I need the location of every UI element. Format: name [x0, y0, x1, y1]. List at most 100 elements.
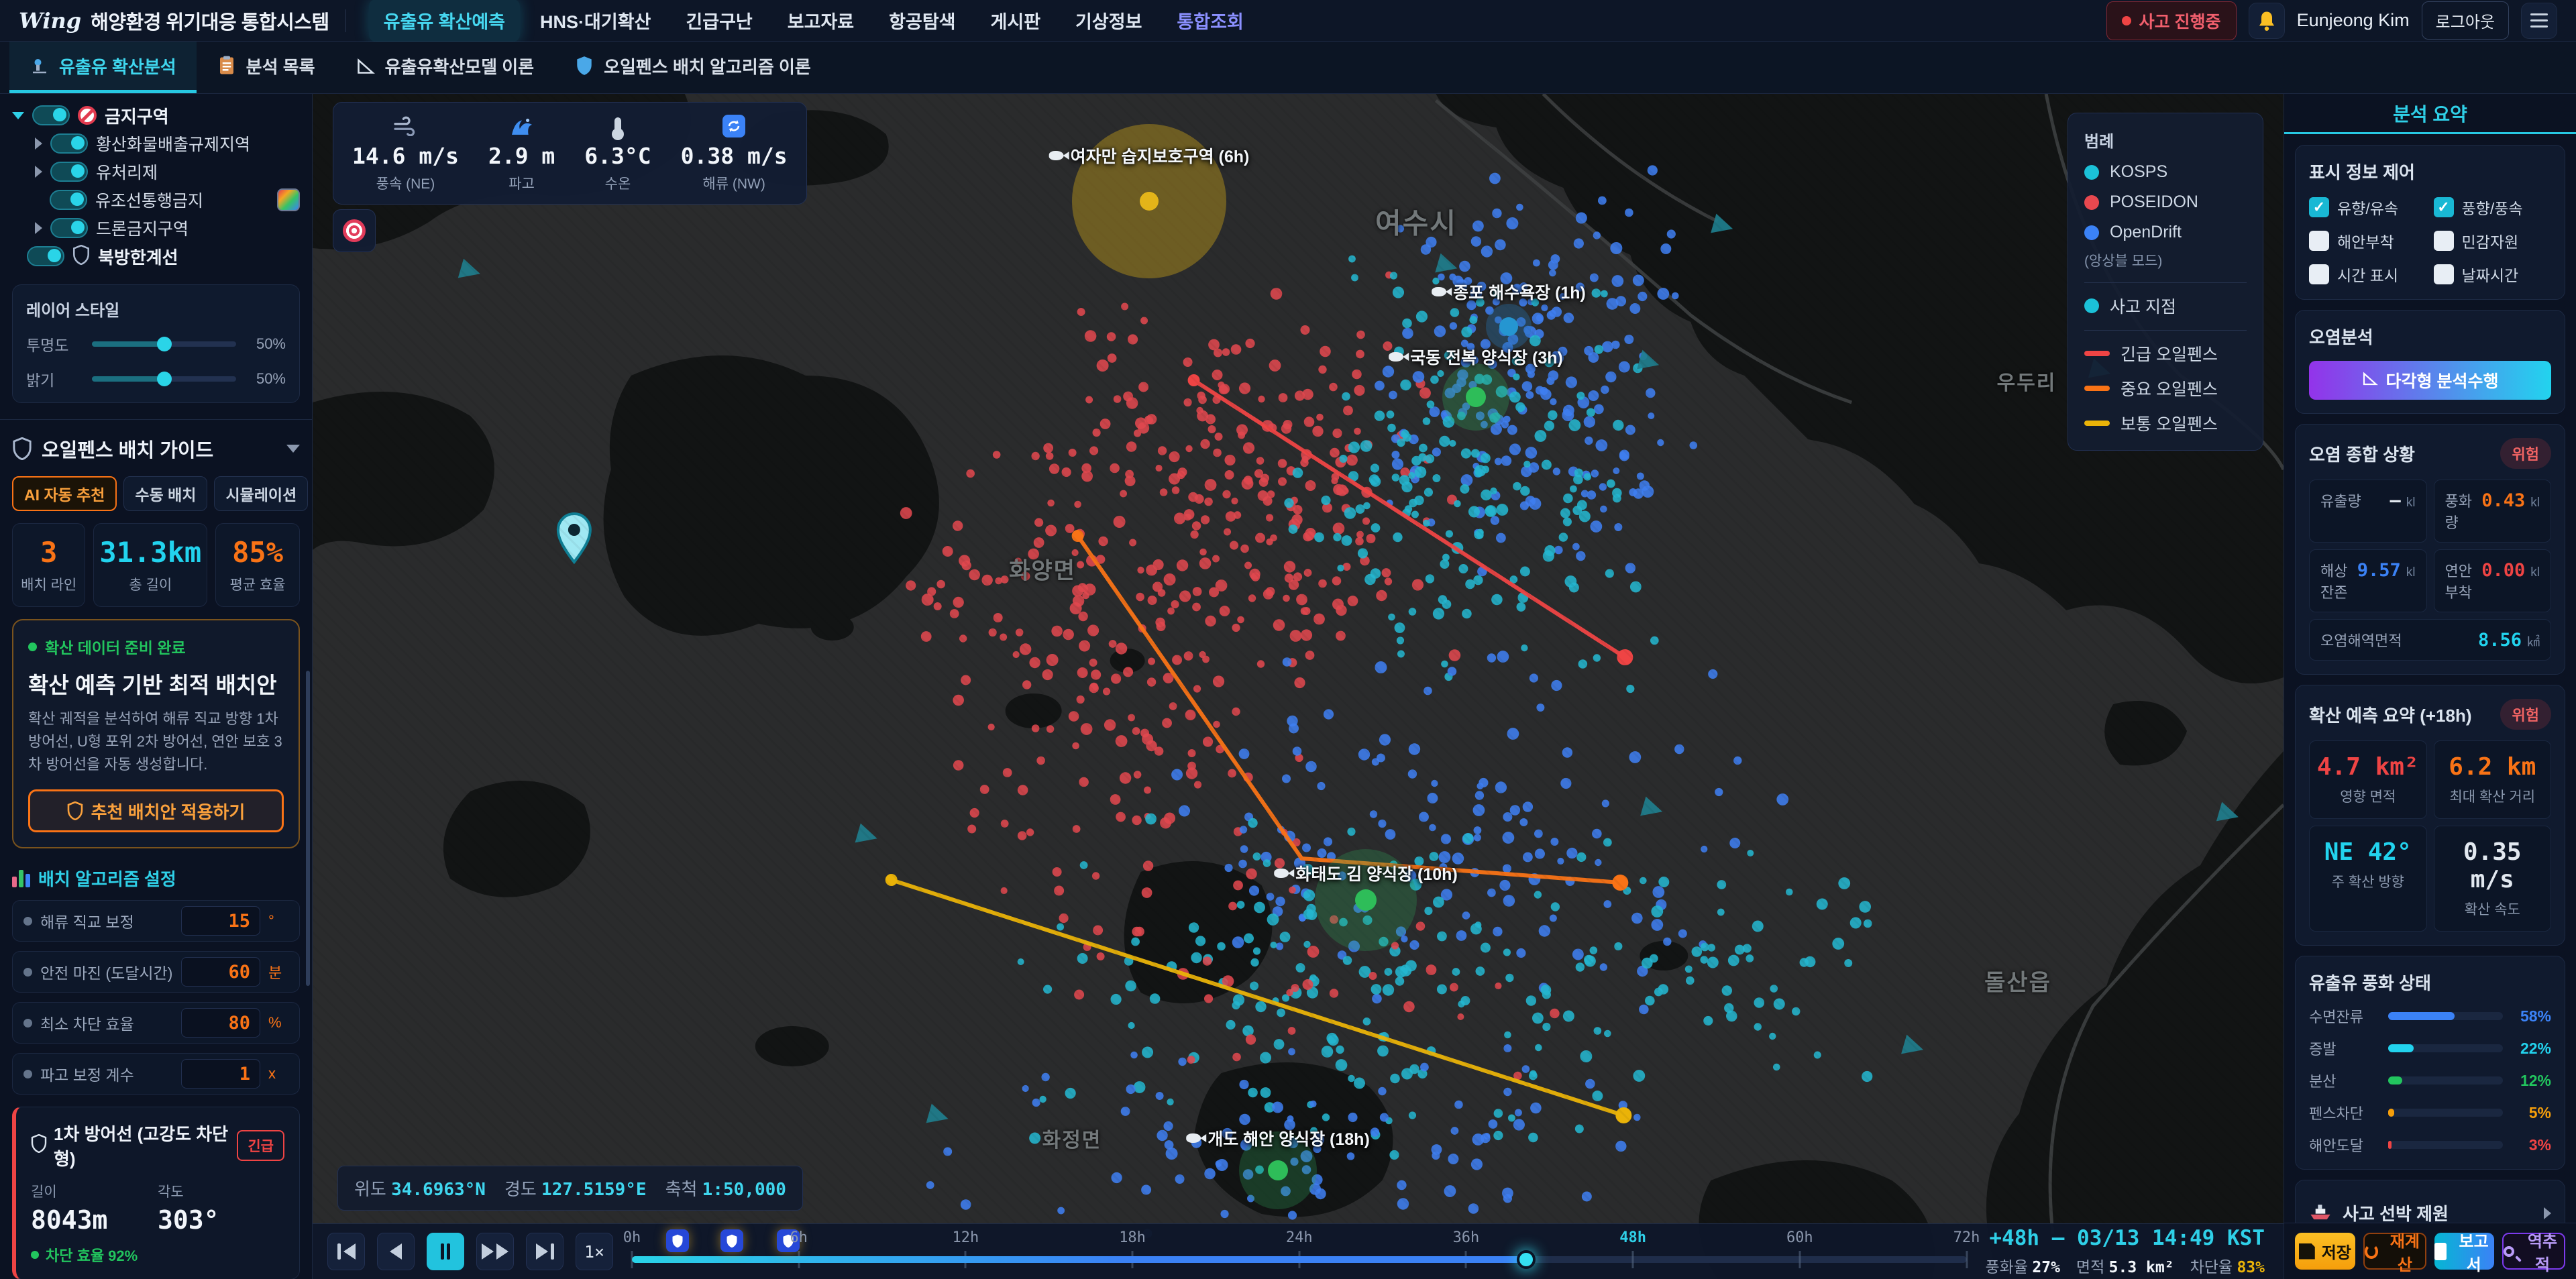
- guide-tab[interactable]: 시뮬레이션: [214, 476, 308, 511]
- fence-guide-header[interactable]: 오일펜스 배치 가이드: [12, 435, 300, 463]
- sidebar-scrollbar[interactable]: [306, 671, 310, 986]
- map-canvas[interactable]: 여수시우두리화양면돌산읍화정면여자만 습지보호구역 (6h)종포 해수욕장 (1…: [313, 94, 2284, 1279]
- layer-toggle[interactable]: [50, 133, 88, 154]
- forecast-cell: 6.2 km최대 확산 거리: [2434, 740, 2552, 819]
- layer-toggle[interactable]: [50, 162, 88, 182]
- nav-item[interactable]: 유출유 확산예측: [369, 0, 520, 42]
- weathering-label: 해안도달: [2309, 1134, 2379, 1156]
- status-value: —: [2390, 490, 2401, 511]
- layer-toggle[interactable]: [32, 105, 70, 125]
- field-input[interactable]: 80: [181, 1008, 260, 1038]
- fence-deploy-marker[interactable]: [720, 1229, 743, 1252]
- slider-knob[interactable]: [157, 372, 172, 386]
- place-label: 우두리: [1997, 366, 2057, 396]
- skip-start-button[interactable]: [327, 1233, 365, 1270]
- layer-toggle[interactable]: [50, 218, 88, 238]
- defense-line-name: 1차 방어선 (고강도 차단형): [54, 1121, 229, 1170]
- layer-label: 황산화물배출규제지역: [96, 131, 250, 156]
- field-input[interactable]: 60: [181, 957, 260, 987]
- display-checkbox[interactable]: ✓유향/유속: [2309, 196, 2427, 219]
- incident-label: 사고 지점: [2110, 294, 2176, 318]
- menu-button[interactable]: [2521, 3, 2557, 39]
- guide-tab[interactable]: 수동 배치: [123, 476, 207, 511]
- caret-right-icon[interactable]: [35, 222, 42, 234]
- nav-item[interactable]: HNS·대기확산: [525, 0, 665, 42]
- apply-recommendation-button[interactable]: 추천 배치안 적용하기: [28, 789, 284, 832]
- timeline-track[interactable]: [632, 1256, 1967, 1263]
- polygon-analysis-button[interactable]: 다각형 분석수행: [2309, 361, 2551, 400]
- stat-label: 평균 효율: [221, 574, 294, 594]
- skip-end-button[interactable]: [526, 1233, 564, 1270]
- save-button[interactable]: 저장: [2295, 1233, 2355, 1270]
- slider-knob[interactable]: [157, 337, 172, 351]
- checkbox-checked-icon: ✓: [2309, 197, 2329, 217]
- temp-icon: [584, 113, 651, 139]
- tick-notch: [1966, 1251, 1968, 1268]
- locate-incident-button[interactable]: [333, 209, 376, 252]
- section-title: 사고 선박 제원: [2343, 1201, 2533, 1223]
- display-checkbox[interactable]: 해안부착: [2309, 229, 2427, 252]
- caret-right-icon[interactable]: [35, 137, 42, 150]
- slider-track[interactable]: [92, 376, 236, 382]
- display-checkbox[interactable]: 시간 표시: [2309, 263, 2427, 286]
- field-input[interactable]: 15: [181, 906, 260, 936]
- nav-item[interactable]: 통합조회: [1162, 0, 1258, 42]
- pollution-analysis-card: 오염분석다각형 분석수행: [2295, 310, 2565, 414]
- tab-ruler[interactable]: 유출유확산모델 이론: [335, 42, 555, 93]
- display-checkbox[interactable]: ✓풍향/풍속: [2434, 196, 2552, 219]
- field-input[interactable]: 1: [181, 1059, 260, 1089]
- status-label: 해상잔존: [2320, 559, 2357, 602]
- resource-dot-icon[interactable]: [1499, 317, 1518, 336]
- place-label: 여수시: [1375, 201, 1457, 242]
- step-back-button[interactable]: [377, 1233, 415, 1270]
- tab-list[interactable]: 분석 목록: [197, 42, 335, 93]
- bullet-icon: [23, 917, 32, 926]
- timeline-tick-label: 0h: [623, 1229, 641, 1246]
- nav-item[interactable]: 기상정보: [1061, 0, 1157, 42]
- timeline-tick-label: 72h: [1953, 1229, 1980, 1246]
- resource-dot-icon[interactable]: [1140, 192, 1159, 211]
- report-button[interactable]: 보고서: [2434, 1233, 2495, 1270]
- caret-right-icon[interactable]: [35, 166, 42, 178]
- layer-toggle[interactable]: [50, 190, 87, 210]
- timeline-tick-label: 12h: [953, 1229, 979, 1246]
- stat-value: 31.3km: [99, 536, 201, 569]
- status-cell: 해상잔존9.57kl: [2309, 549, 2427, 612]
- playback-speed-button[interactable]: 1×: [576, 1233, 613, 1270]
- nav-item[interactable]: 긴급구난: [671, 0, 767, 42]
- timeline-handle[interactable]: [1517, 1250, 1536, 1269]
- tab-shield[interactable]: 오일펜스 배치 알고리즘 이론: [554, 42, 831, 93]
- timeline-track-area[interactable]: 0h6h12h18h24h36h48h60h72h: [632, 1224, 1967, 1279]
- collapsed-section-ship[interactable]: 사고 선박 제원: [2295, 1180, 2565, 1223]
- weather-value: 6.3°C: [584, 143, 651, 169]
- display-checkbox[interactable]: 민감자원: [2434, 229, 2552, 252]
- logout-button[interactable]: 로그아웃: [2422, 1, 2509, 40]
- resource-label: 종포 해수욕장 (1h): [1432, 280, 1586, 304]
- forecast-label: 영향 면적: [2316, 786, 2420, 806]
- layer-legend-chip[interactable]: [277, 188, 300, 211]
- resource-dot-icon[interactable]: [1355, 889, 1377, 911]
- recalc-button[interactable]: 재계산: [2363, 1233, 2426, 1270]
- pause-button[interactable]: [427, 1233, 464, 1270]
- nav-item[interactable]: 게시판: [976, 0, 1056, 42]
- forecast-summary-card: 확산 예측 요약 (+18h)위험4.7 km²영향 면적6.2 km최대 확산…: [2295, 685, 2565, 946]
- slider-track[interactable]: [92, 341, 236, 347]
- resource-dot-icon[interactable]: [1268, 1160, 1288, 1180]
- nav-item[interactable]: 보고자료: [773, 0, 869, 42]
- fence-deploy-marker[interactable]: [666, 1229, 689, 1252]
- checkbox-icon: [2434, 264, 2454, 284]
- model-label: OpenDrift: [2110, 223, 2182, 242]
- display-checkbox[interactable]: 날짜시간: [2434, 263, 2552, 286]
- card-title: 확산 예측 요약 (+18h)위험: [2309, 699, 2551, 730]
- bullet-icon: [23, 968, 32, 977]
- trace-button[interactable]: 역추적: [2502, 1233, 2565, 1270]
- notifications-button[interactable]: [2249, 3, 2285, 39]
- resource-dot-icon[interactable]: [1466, 387, 1486, 407]
- tab-microscope[interactable]: 유출유 확산분석: [9, 42, 197, 93]
- divider: [345, 9, 346, 32]
- guide-tab[interactable]: AI 자동 추천: [12, 476, 117, 511]
- caret-down-icon[interactable]: [12, 112, 24, 119]
- fast-forward-button[interactable]: [476, 1233, 514, 1270]
- nav-item[interactable]: 항공탐색: [874, 0, 970, 42]
- layer-toggle[interactable]: [27, 246, 64, 266]
